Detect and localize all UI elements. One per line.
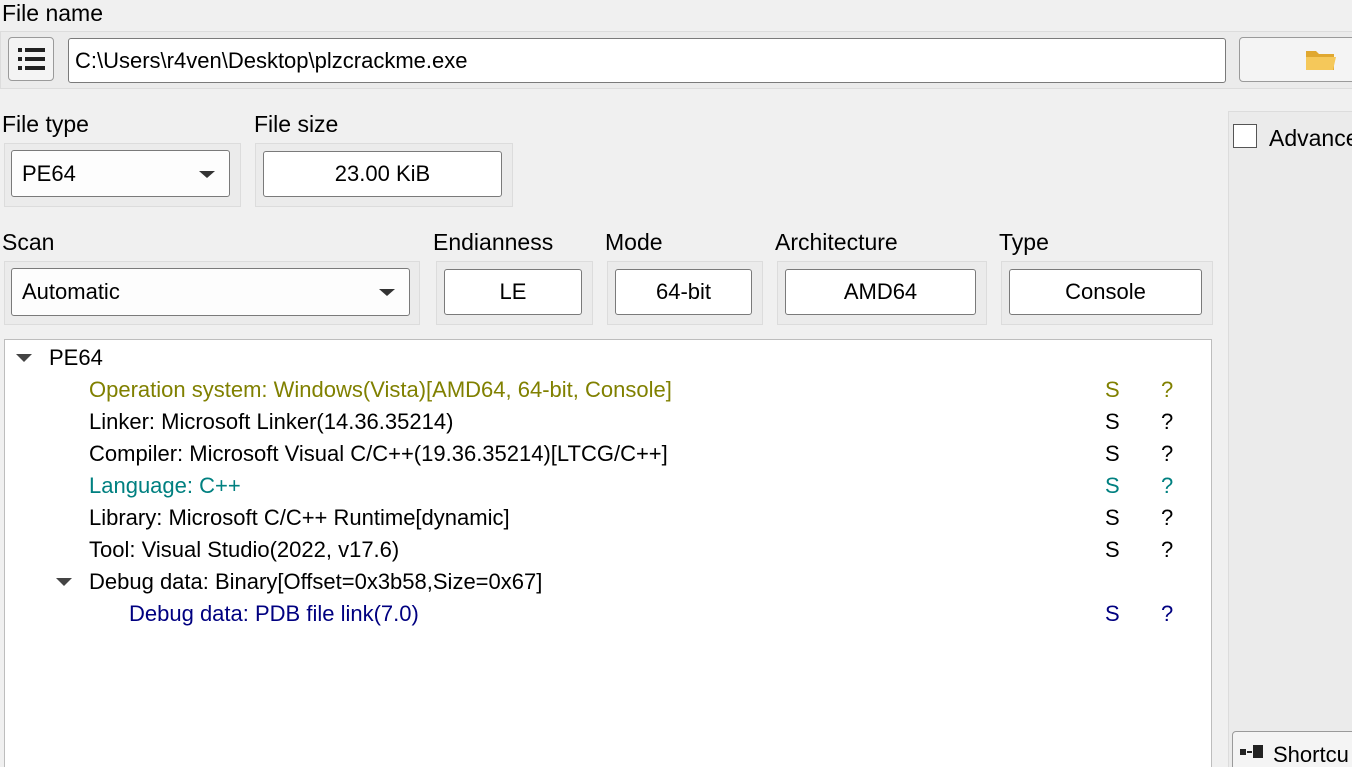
file-size-value: 23.00 KiB <box>263 151 502 197</box>
signature-s-button[interactable]: S <box>1105 598 1120 630</box>
chevron-down-icon <box>199 170 215 178</box>
die-main-window: File name C:\Users\r4ven\Desktop\plzcrac… <box>0 0 1352 767</box>
shortcuts-label: Shortcu <box>1273 742 1349 767</box>
tree-row-debug-data[interactable]: Debug data: Binary[Offset=0x3b58,Size=0x… <box>89 566 542 598</box>
tree-root-label[interactable]: PE64 <box>49 342 103 374</box>
collapse-arrow-icon[interactable] <box>16 354 32 362</box>
folder-open-icon <box>1306 51 1336 70</box>
file-type-select[interactable]: PE64 <box>11 150 230 197</box>
signature-s-button[interactable]: S <box>1105 374 1120 406</box>
scan-mode-select[interactable]: Automatic <box>11 268 410 316</box>
signature-s-button[interactable]: S <box>1105 406 1120 438</box>
endianness-label: Endianness <box>433 229 554 255</box>
tree-row-linker[interactable]: Linker: Microsoft Linker(14.36.35214) <box>89 406 453 438</box>
right-side-panel <box>1228 111 1352 767</box>
file-name-label: File name <box>2 0 103 26</box>
info-question-button[interactable]: ? <box>1161 406 1173 438</box>
tree-row-library[interactable]: Library: Microsoft C/C++ Runtime[dynamic… <box>89 502 510 534</box>
type-value: Console <box>1009 269 1202 315</box>
menu-button[interactable] <box>8 37 54 81</box>
tree-row-os[interactable]: Operation system: Windows(Vista)[AMD64, … <box>89 374 672 406</box>
mode-label: Mode <box>605 229 663 255</box>
info-question-button[interactable]: ? <box>1161 438 1173 470</box>
shortcuts-icon <box>1240 745 1263 758</box>
tree-row-compiler[interactable]: Compiler: Microsoft Visual C/C++(19.36.3… <box>89 438 668 470</box>
info-question-button[interactable]: ? <box>1161 534 1173 566</box>
endianness-value: LE <box>444 269 582 315</box>
architecture-value: AMD64 <box>785 269 976 315</box>
architecture-label: Architecture <box>775 229 898 255</box>
file-type-value: PE64 <box>22 160 76 186</box>
scan-mode-value: Automatic <box>22 279 120 304</box>
signature-s-button[interactable]: S <box>1105 502 1120 534</box>
file-size-label: File size <box>254 111 339 137</box>
type-label: Type <box>999 229 1049 255</box>
info-question-button[interactable]: ? <box>1161 502 1173 534</box>
file-type-label: File type <box>2 111 89 137</box>
chevron-down-icon <box>379 289 395 296</box>
file-path-input[interactable]: C:\Users\r4ven\Desktop\plzcrackme.exe <box>68 38 1226 83</box>
tree-row-tool[interactable]: Tool: Visual Studio(2022, v17.6) <box>89 534 399 566</box>
tree-row-pdb-link[interactable]: Debug data: PDB file link(7.0) <box>129 598 419 630</box>
mode-value: 64-bit <box>615 269 752 315</box>
advanced-checkbox[interactable] <box>1233 124 1257 148</box>
signature-s-button[interactable]: S <box>1105 438 1120 470</box>
list-menu-icon <box>18 48 45 70</box>
info-question-button[interactable]: ? <box>1161 470 1173 502</box>
info-question-button[interactable]: ? <box>1161 374 1173 406</box>
tree-row-language[interactable]: Language: C++ <box>89 470 241 502</box>
shortcuts-button[interactable]: Shortcu <box>1232 731 1352 767</box>
info-question-button[interactable]: ? <box>1161 598 1173 630</box>
scan-label: Scan <box>2 229 55 255</box>
scan-results-tree[interactable]: PE64 Operation system: Windows(Vista)[AM… <box>4 339 1212 767</box>
signature-s-button[interactable]: S <box>1105 534 1120 566</box>
collapse-arrow-icon[interactable] <box>56 578 72 586</box>
signature-s-button[interactable]: S <box>1105 470 1120 502</box>
advanced-label: Advance <box>1269 125 1352 151</box>
open-file-button[interactable] <box>1239 37 1352 82</box>
